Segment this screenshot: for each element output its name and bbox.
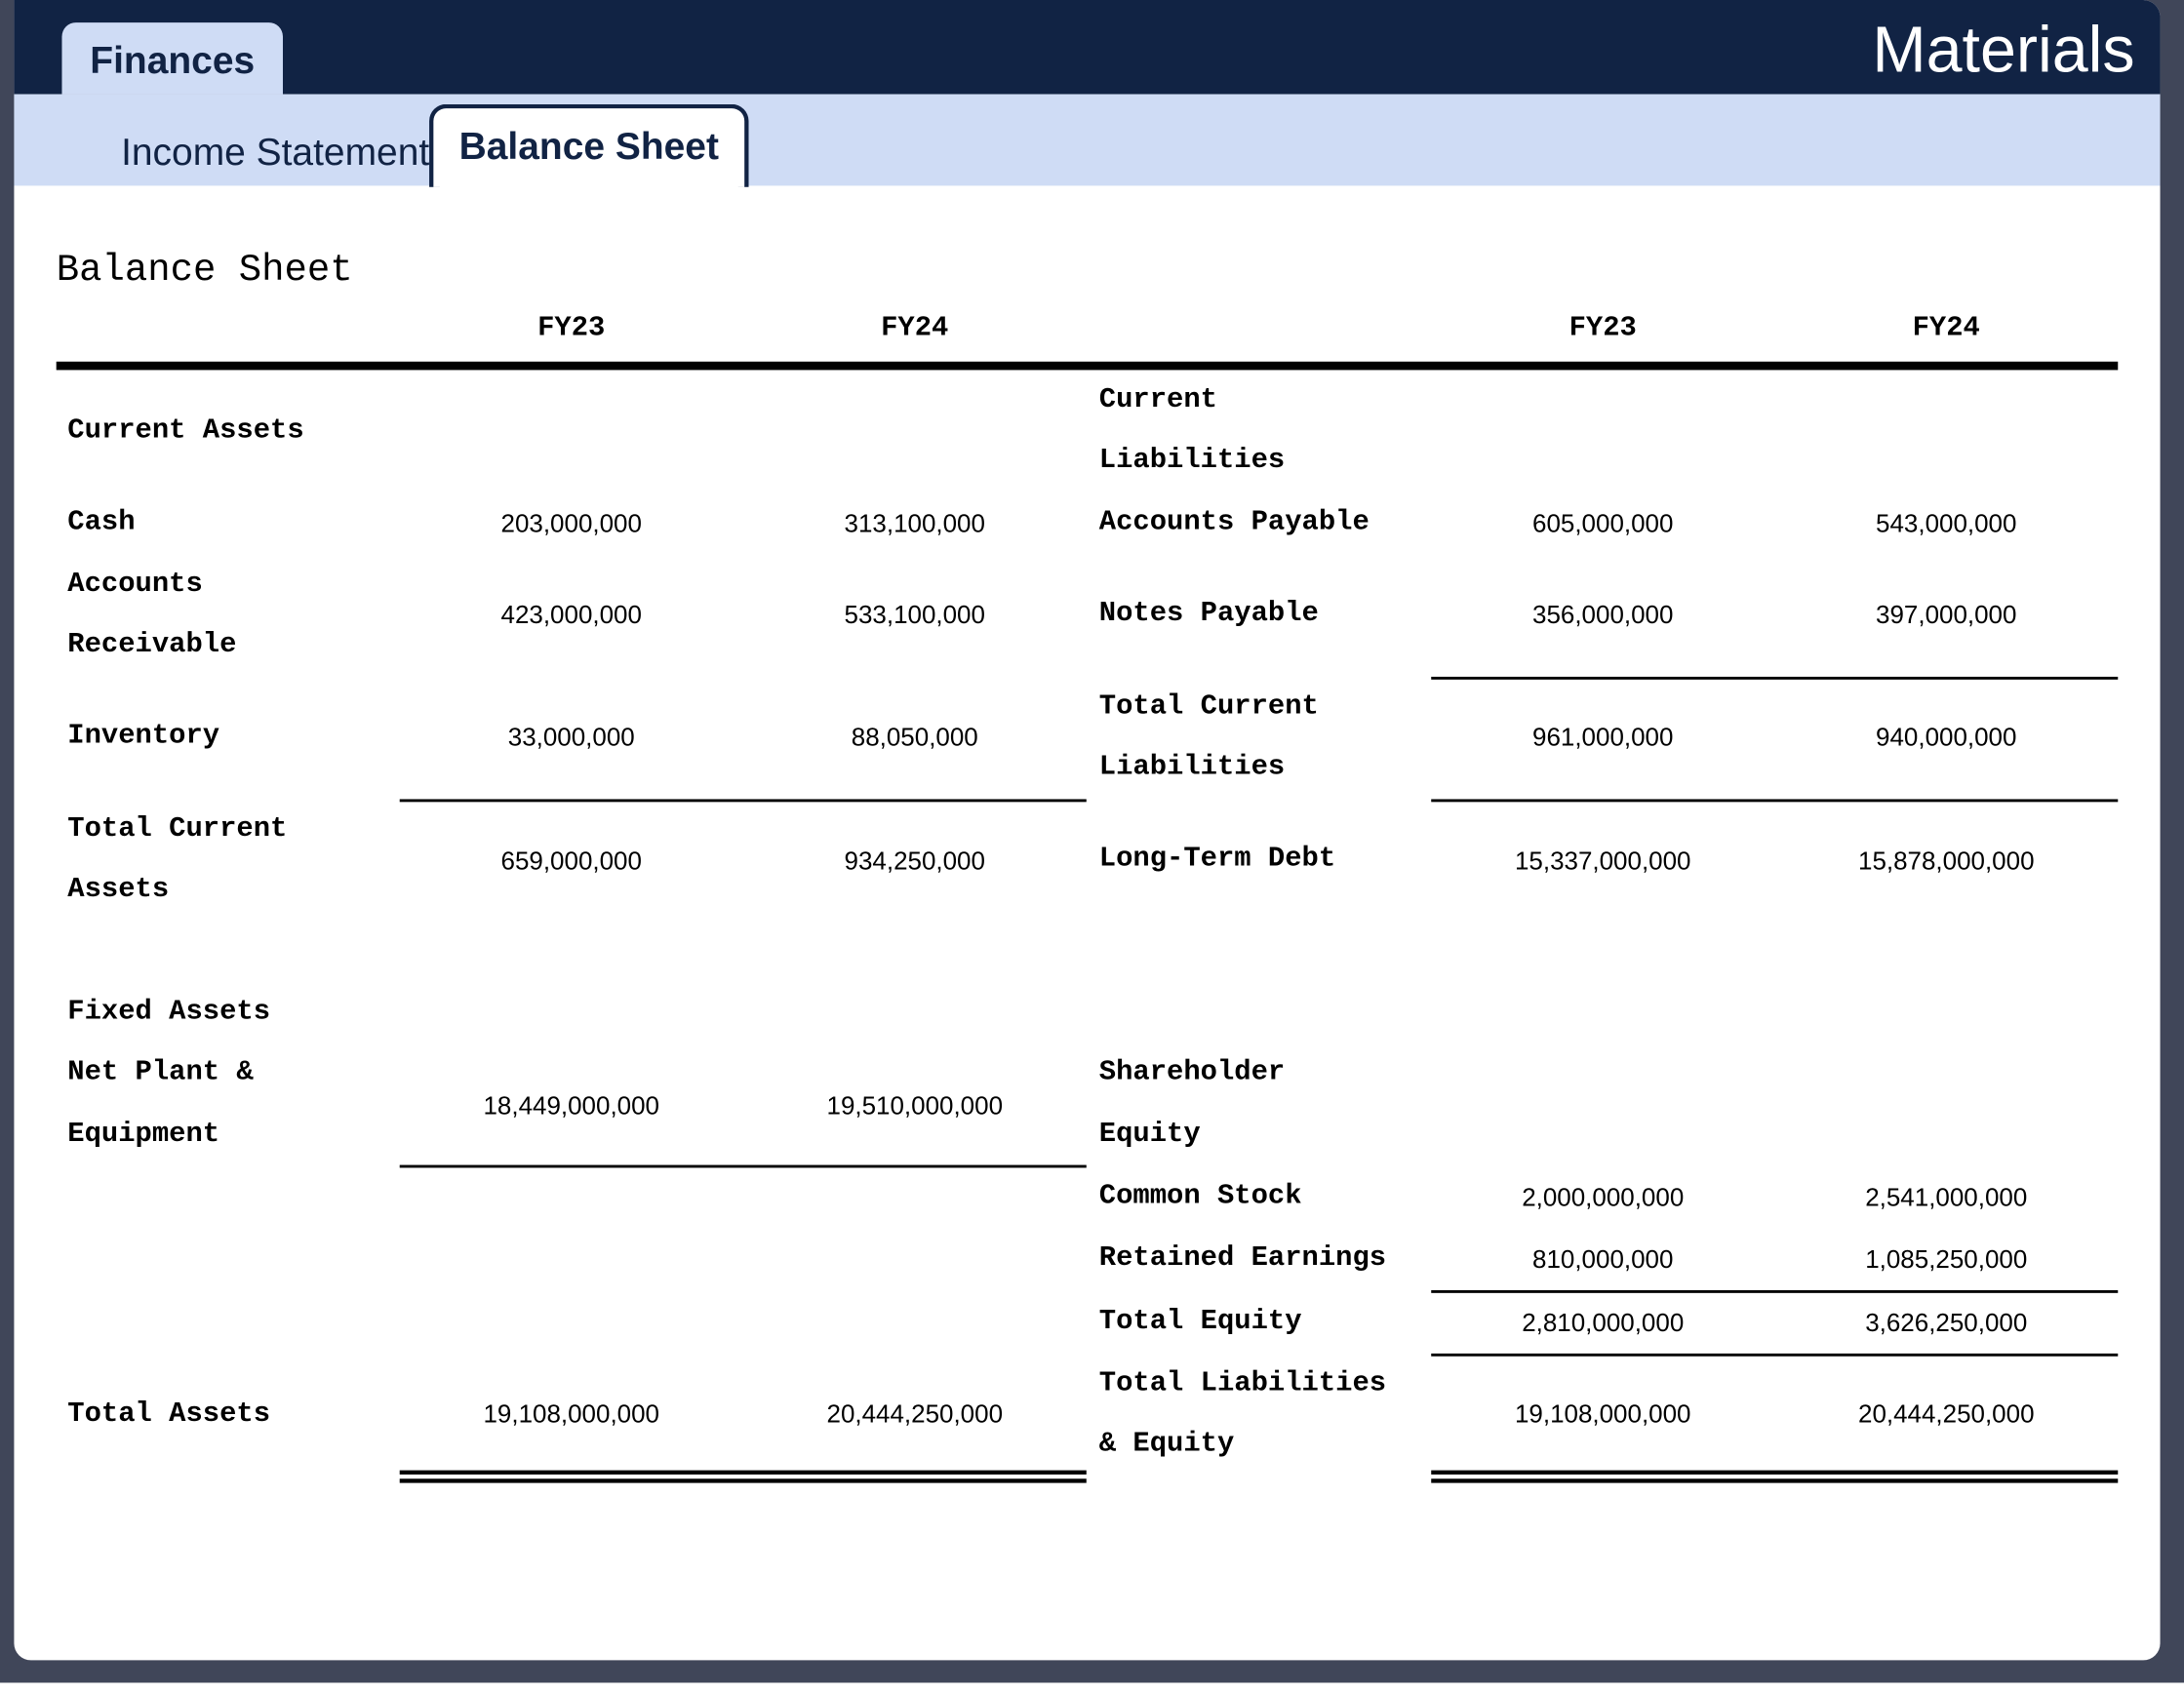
total-current-liabilities-label-line2: Liabilities xyxy=(1098,751,1286,784)
accounts-payable-fy24: 543,000,000 xyxy=(1876,509,2017,538)
total-current-liabilities-fy23: 961,000,000 xyxy=(1532,723,1674,752)
accounts-payable-fy23: 605,000,000 xyxy=(1532,509,1674,538)
total-assets-fy23: 19,108,000,000 xyxy=(483,1399,659,1429)
sub-tab-bar: Income Statement Balance Sheet xyxy=(14,94,2161,187)
notes-payable-fy23: 356,000,000 xyxy=(1532,601,1674,629)
shareholder-equity-heading-line1: Shareholder xyxy=(1098,1056,1286,1089)
total-equity-fy24: 3,626,250,000 xyxy=(1865,1308,2028,1337)
long-term-debt-fy23: 15,337,000,000 xyxy=(1514,846,1691,876)
current-assets-heading: Current Assets xyxy=(67,414,304,448)
total-current-liabilities-fy24: 940,000,000 xyxy=(1876,723,2017,752)
app-window: Finances Materials Income Statement Bala… xyxy=(14,0,2161,1661)
cash-fy23: 203,000,000 xyxy=(500,509,642,538)
top-bar: Finances Materials xyxy=(14,0,2161,95)
accounts-payable-label: Accounts Payable xyxy=(1098,506,1370,539)
current-assets-subtotal-rule xyxy=(399,799,1087,802)
retained-earnings-label: Retained Earnings xyxy=(1098,1241,1387,1276)
total-current-liabilities-label-line1: Total Current xyxy=(1098,690,1319,724)
total-current-liabilities-rule xyxy=(1431,799,2119,802)
current-liabilities-subtotal-rule xyxy=(1431,676,2119,680)
total-liabilities-equity-fy24: 20,444,250,000 xyxy=(1857,1399,2035,1429)
equity-subtotal-rule xyxy=(1431,1289,2119,1293)
tab-balance-sheet[interactable]: Balance Sheet xyxy=(429,103,749,187)
common-stock-fy23: 2,000,000,000 xyxy=(1522,1183,1685,1212)
header-divider xyxy=(56,361,2119,371)
column-header-liabilities-fy24: FY24 xyxy=(1912,312,1980,345)
total-assets-double-rule xyxy=(399,1470,1087,1483)
total-equity-label: Total Equity xyxy=(1098,1305,1302,1339)
fixed-assets-heading: Fixed Assets xyxy=(67,996,271,1029)
net-ppe-fy23: 18,449,000,000 xyxy=(483,1091,659,1121)
retained-earnings-fy23: 810,000,000 xyxy=(1532,1244,1674,1274)
column-header-assets-fy23: FY23 xyxy=(537,312,606,345)
retained-earnings-fy24: 1,085,250,000 xyxy=(1865,1244,2028,1274)
total-equity-rule xyxy=(1431,1353,2119,1357)
accounts-receivable-label-line2: Receivable xyxy=(67,628,237,662)
cash-label: Cash xyxy=(67,506,136,539)
long-term-debt-label: Long-Term Debt xyxy=(1098,843,1336,876)
total-current-assets-label-line1: Total Current xyxy=(67,812,288,846)
total-current-assets-label-line2: Assets xyxy=(67,873,170,907)
inventory-fy24: 88,050,000 xyxy=(851,723,978,752)
inventory-fy23: 33,000,000 xyxy=(507,723,635,752)
notes-payable-label: Notes Payable xyxy=(1098,598,1319,631)
notes-payable-fy24: 397,000,000 xyxy=(1876,601,2017,629)
long-term-debt-fy24: 15,878,000,000 xyxy=(1857,846,2035,876)
column-header-assets-fy24: FY24 xyxy=(881,312,949,345)
total-liabilities-equity-double-rule xyxy=(1431,1470,2119,1483)
net-ppe-label-line1: Net Plant & xyxy=(67,1056,254,1089)
app-root: Finances Materials Income Statement Bala… xyxy=(0,0,2184,1693)
accounts-receivable-fy24: 533,100,000 xyxy=(844,601,985,629)
total-liabilities-equity-label-line1: Total Liabilities xyxy=(1098,1367,1387,1400)
total-current-assets-fy23: 659,000,000 xyxy=(500,846,642,876)
tab-income-statement[interactable]: Income Statement xyxy=(121,131,429,173)
cash-fy24: 313,100,000 xyxy=(844,509,985,538)
accounts-receivable-label-line1: Accounts xyxy=(67,568,203,602)
tab-finances[interactable]: Finances xyxy=(61,22,283,95)
total-assets-fy24: 20,444,250,000 xyxy=(826,1399,1004,1429)
net-ppe-fy24: 19,510,000,000 xyxy=(826,1091,1004,1121)
current-liabilities-heading-line2: Liabilities xyxy=(1098,444,1286,478)
total-liabilities-equity-label-line2: & Equity xyxy=(1098,1428,1235,1461)
fixed-assets-rule xyxy=(399,1164,1087,1167)
total-current-assets-fy24: 934,250,000 xyxy=(844,846,985,876)
shareholder-equity-heading-line2: Equity xyxy=(1098,1118,1201,1152)
current-liabilities-heading-line1: Current xyxy=(1098,383,1217,417)
accounts-receivable-fy23: 423,000,000 xyxy=(500,601,642,629)
page-title: Balance Sheet xyxy=(56,250,353,294)
net-ppe-label-line2: Equipment xyxy=(67,1118,220,1152)
common-stock-label: Common Stock xyxy=(1098,1180,1302,1213)
total-equity-fy23: 2,810,000,000 xyxy=(1522,1308,1685,1337)
common-stock-fy24: 2,541,000,000 xyxy=(1865,1183,2028,1212)
inventory-label: Inventory xyxy=(67,720,220,753)
column-header-liabilities-fy23: FY23 xyxy=(1569,312,1637,345)
total-assets-label: Total Assets xyxy=(67,1398,271,1432)
app-title: Materials xyxy=(1872,12,2135,87)
total-liabilities-equity-fy23: 19,108,000,000 xyxy=(1514,1399,1691,1429)
